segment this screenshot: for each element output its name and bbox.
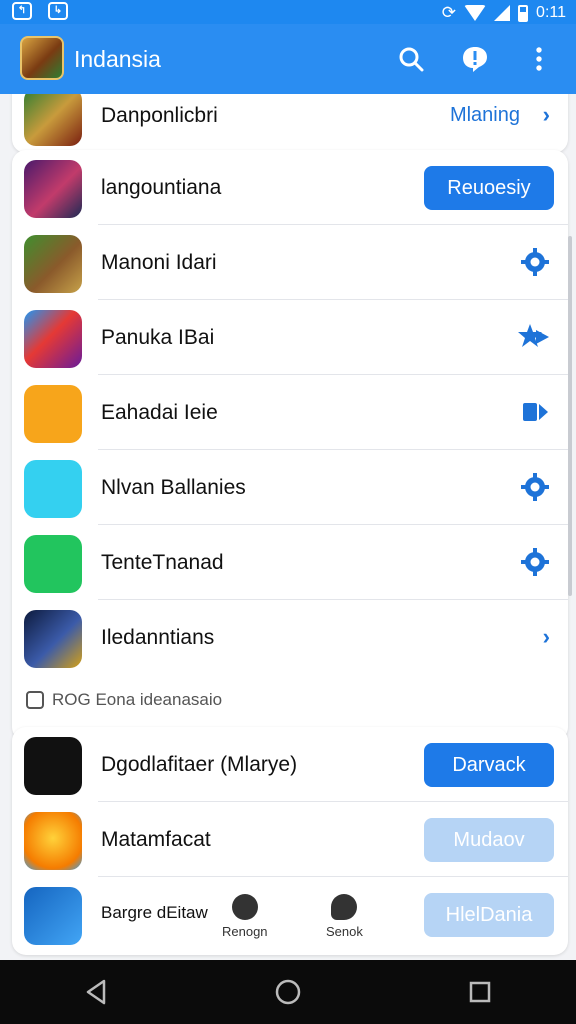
game-thumbnail: [24, 310, 82, 368]
chevron-right-icon[interactable]: ›: [543, 624, 550, 650]
battery-icon: [518, 4, 529, 22]
list-item[interactable]: TenteTnanad: [12, 525, 568, 600]
game-thumbnail: [24, 460, 82, 518]
recents-icon: [469, 981, 491, 1003]
status-bar: ↰ ↳ ⟳ 0:11: [0, 0, 576, 24]
tab-label: Renogn: [222, 924, 268, 939]
list-item[interactable]: Iledanntians ›: [12, 600, 568, 675]
item-share-button[interactable]: [518, 322, 550, 357]
notification-icon: ↰: [12, 2, 32, 20]
game-thumbnail: [24, 610, 82, 668]
item-settings-button[interactable]: [520, 472, 550, 507]
search-icon: [399, 47, 424, 72]
globe-icon: [231, 894, 258, 920]
game-thumbnail: [24, 385, 82, 443]
game-thumbnail: [24, 887, 82, 945]
card: Danponlicbri Mlaning ›: [12, 94, 568, 153]
tab-senok[interactable]: Senok: [326, 894, 363, 939]
item-action-button[interactable]: Reuoesiy: [424, 166, 554, 210]
game-thumbnail: [24, 737, 82, 795]
list-item[interactable]: Panuka IBai: [12, 300, 568, 375]
back-button[interactable]: [66, 967, 126, 1017]
content-list[interactable]: Danponlicbri Mlaning › langountiana Reuo…: [0, 94, 576, 960]
game-thumbnail: [24, 812, 82, 870]
item-title: Manoni Idari: [101, 251, 217, 274]
wifi-icon: [464, 5, 487, 21]
item-forward-button[interactable]: [520, 397, 550, 432]
list-item[interactable]: Dgodlafitaer (Mlarye) Darvack: [12, 727, 568, 802]
list-item[interactable]: Manoni Idari: [12, 225, 568, 300]
scrollbar[interactable]: [568, 236, 572, 596]
settings-icon: [521, 473, 549, 501]
list-item[interactable]: Matamfacat Mudaov: [12, 802, 568, 877]
item-title: Bargre dEitaw: [101, 903, 208, 922]
item-link[interactable]: Mlaning: [450, 104, 520, 127]
app-logo: [20, 36, 64, 80]
item-title: Eahadai Ieie: [101, 401, 218, 424]
item-title: Matamfacat: [101, 828, 211, 851]
search-button[interactable]: [394, 42, 428, 76]
forward-icon: [523, 403, 548, 421]
list-item[interactable]: Bargre dEitaw HlelDania: [12, 877, 568, 952]
tab-renogn[interactable]: Renogn: [222, 894, 268, 939]
item-action-button[interactable]: Darvack: [424, 743, 554, 787]
back-icon: [86, 979, 106, 1005]
tab-label: Senok: [326, 924, 363, 939]
sync-icon: ⟳: [441, 3, 457, 22]
item-title: langountiana: [101, 176, 222, 199]
system-nav-bar: [0, 960, 576, 1024]
item-settings-button[interactable]: [520, 547, 550, 582]
more-vert-icon: [536, 47, 542, 71]
list-item[interactable]: Danponlicbri Mlaning ›: [12, 94, 568, 153]
item-action-button[interactable]: Mudaov: [424, 818, 554, 862]
star-arrow-icon: [518, 324, 549, 347]
settings-icon: [521, 548, 549, 576]
list-item[interactable]: langountiana Reuoesiy: [12, 150, 568, 225]
chevron-right-icon: ›: [542, 102, 550, 127]
settings-icon: [521, 248, 549, 276]
game-thumbnail: [24, 160, 82, 218]
app-bar: Indansia: [0, 24, 576, 94]
more-menu-button[interactable]: [522, 42, 556, 76]
item-title: Iledanntians: [101, 626, 215, 649]
list-item[interactable]: Eahadai Ieie: [12, 375, 568, 450]
item-action-button[interactable]: HlelDania: [424, 893, 554, 937]
section-title: ROG Eona ideanasaio: [52, 690, 223, 709]
signal-icon: [494, 5, 511, 21]
alert-bubble-icon: [463, 47, 487, 72]
alert-button[interactable]: [458, 42, 492, 76]
box-icon: [26, 691, 44, 709]
list-item[interactable]: Nlvan Ballanies: [12, 450, 568, 525]
clock: 0:11: [536, 4, 566, 21]
chat-icon: [331, 894, 358, 920]
game-thumbnail: [24, 94, 82, 146]
home-icon: [275, 979, 301, 1005]
card: langountiana Reuoesiy Manoni Idari Panuk…: [12, 150, 568, 741]
notification-icon: ↳: [48, 2, 68, 20]
item-settings-button[interactable]: [520, 247, 550, 282]
item-title: Danponlicbri: [101, 104, 218, 127]
game-thumbnail: [24, 235, 82, 293]
item-title: Nlvan Ballanies: [101, 476, 246, 499]
home-button[interactable]: [258, 967, 318, 1017]
game-thumbnail: [24, 535, 82, 593]
section-header: ROG Eona ideanasaio: [26, 690, 222, 710]
item-title: Panuka IBai: [101, 326, 215, 349]
item-title: TenteTnanad: [101, 551, 224, 574]
item-title: Dgodlafitaer (Mlarye): [101, 753, 298, 776]
card: Dgodlafitaer (Mlarye) Darvack Matamfacat…: [12, 727, 568, 955]
app-title: Indansia: [74, 46, 161, 72]
recents-button[interactable]: [450, 967, 510, 1017]
